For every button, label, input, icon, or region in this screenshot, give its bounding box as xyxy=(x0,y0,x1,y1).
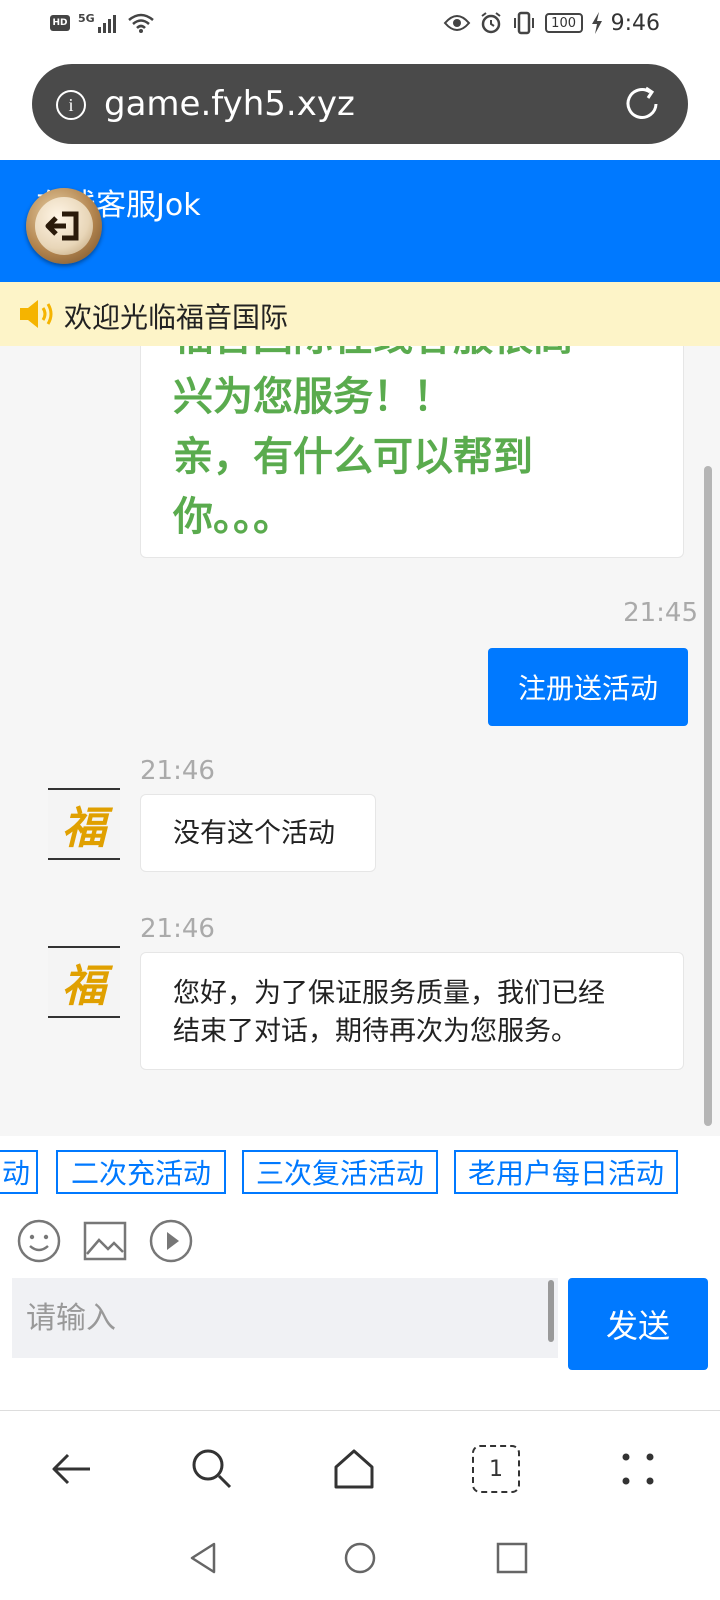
exit-icon xyxy=(35,197,93,255)
quick-reply-chip[interactable]: 老用户每日活动 xyxy=(454,1150,678,1194)
nav-back-icon[interactable] xyxy=(184,1538,224,1578)
agent-message-line: 您好，为了保证服务质量，我们已经 xyxy=(173,978,605,1009)
tabs-button[interactable]: 1 xyxy=(472,1445,520,1493)
agent-message-text: 没有这个活动 xyxy=(173,818,335,849)
vibrate-icon xyxy=(513,11,534,35)
notice-text: 欢迎光临福音国际 xyxy=(64,301,289,334)
battery-indicator: 100 xyxy=(544,13,583,33)
status-bar: HD 5G 100 9:46 xyxy=(0,0,720,50)
tabs-count: 1 xyxy=(489,1456,503,1482)
image-icon[interactable] xyxy=(82,1218,128,1264)
user-message: 注册送活动 xyxy=(487,648,688,726)
wifi-icon xyxy=(127,13,154,33)
agent-message-line: 结束了对话，期待再次为您服务。 xyxy=(173,1016,578,1047)
message-timestamp: 21:45 xyxy=(623,598,698,628)
more-menu-icon[interactable] xyxy=(614,1445,662,1493)
quick-reply-chip[interactable]: 动 xyxy=(0,1150,38,1194)
send-button[interactable]: 发送 xyxy=(568,1278,708,1370)
browser-toolbar: 1 xyxy=(0,1410,720,1520)
chat-header: 在线客服Jok xyxy=(0,160,720,282)
chat-messages[interactable]: 福音国际在线客服很高 兴为您服务！！ 亲，有什么可以帮到 你。。。 21:45 … xyxy=(0,346,720,1136)
agent-avatar: 福 xyxy=(48,788,120,860)
home-icon[interactable] xyxy=(330,1445,378,1493)
search-icon[interactable] xyxy=(188,1445,236,1493)
emoji-icon[interactable] xyxy=(16,1218,62,1264)
video-icon[interactable] xyxy=(148,1218,194,1264)
agent-message: 您好，为了保证服务质量，我们已经 结束了对话，期待再次为您服务。 xyxy=(140,952,684,1070)
agent-message-text: 您好，为了保证服务质量，我们已经 结束了对话，期待再次为您服务。 xyxy=(173,975,605,1051)
agent-message: 没有这个活动 xyxy=(140,794,376,872)
welcome-line: 福音国际在线客服很高 xyxy=(173,346,653,367)
alarm-icon xyxy=(480,12,501,34)
welcome-message: 福音国际在线客服很高 兴为您服务！！ 亲，有什么可以帮到 你。。。 xyxy=(140,346,684,558)
network-label: 5G xyxy=(78,11,95,25)
agent-avatar: 福 xyxy=(48,946,120,1018)
eye-icon xyxy=(443,15,470,31)
quick-reply-chip[interactable]: 二次充活动 xyxy=(56,1150,226,1194)
quick-replies[interactable]: 动 二次充活动 三次复活活动 老用户每日活动 xyxy=(0,1150,720,1198)
clock: 9:46 xyxy=(610,10,660,36)
nav-home-icon[interactable] xyxy=(340,1538,380,1578)
message-timestamp: 21:46 xyxy=(140,756,215,786)
nav-recents-icon[interactable] xyxy=(492,1538,532,1578)
url-text[interactable]: game.fyh5.xyz xyxy=(104,84,355,124)
message-input[interactable] xyxy=(12,1278,558,1358)
info-icon[interactable]: i xyxy=(56,90,86,120)
hd-badge: HD xyxy=(50,15,70,31)
welcome-text: 福音国际在线客服很高 兴为您服务！！ 亲，有什么可以帮到 你。。。 xyxy=(173,346,653,547)
notice-bar: 欢迎光临福音国际 xyxy=(0,282,720,346)
charging-icon xyxy=(591,12,602,34)
message-timestamp: 21:46 xyxy=(140,914,215,944)
back-arrow-icon[interactable] xyxy=(48,1445,96,1493)
reload-icon[interactable] xyxy=(620,82,664,126)
address-bar[interactable]: i game.fyh5.xyz xyxy=(32,64,688,144)
avatar-char: 福 xyxy=(62,961,106,1012)
back-button[interactable] xyxy=(26,188,102,264)
status-left: HD 5G xyxy=(50,10,155,36)
avatar-char: 福 xyxy=(62,803,106,854)
welcome-line: 兴为您服务！！ xyxy=(173,374,453,420)
input-scrollbar xyxy=(548,1280,554,1342)
status-right: 100 9:46 xyxy=(443,10,660,36)
speaker-icon xyxy=(20,300,53,328)
welcome-line: 你。。。 xyxy=(173,494,293,540)
quick-reply-chip[interactable]: 三次复活活动 xyxy=(242,1150,438,1194)
system-nav-bar xyxy=(0,1520,720,1600)
chat-scrollbar[interactable] xyxy=(704,466,712,1126)
signal-icon xyxy=(97,15,116,33)
welcome-line: 亲，有什么可以帮到 xyxy=(173,434,533,480)
